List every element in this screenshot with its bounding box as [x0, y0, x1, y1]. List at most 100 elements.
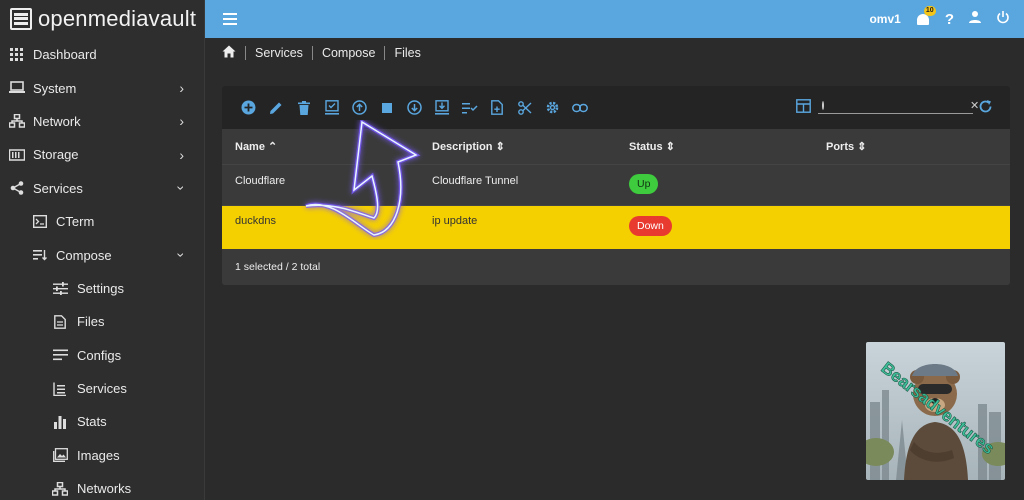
table-row-selected[interactable]: duckdns ip update Down [222, 206, 1010, 249]
network-icon [52, 481, 68, 497]
bell-icon[interactable]: 10 [915, 6, 936, 27]
breadcrumb-separator [384, 46, 386, 60]
table-header: Name ⌃ Description ⇕ Status ⇕ Ports ⇕ [222, 129, 1010, 165]
sidebar-item-network[interactable]: Network › [0, 105, 204, 138]
file-icon [52, 314, 68, 330]
column-header-ports[interactable]: Ports ⇕ [826, 140, 866, 153]
sidebar-item-label: Storage [33, 147, 79, 163]
sidebar-item-settings[interactable]: Settings [0, 272, 204, 305]
brand-name: openmediavault [38, 6, 197, 31]
add-icon[interactable] [235, 100, 263, 115]
compose-icon [32, 247, 48, 263]
gear-icon[interactable] [539, 100, 567, 115]
chevron-right-icon: › [179, 146, 184, 163]
breadcrumb: Services Compose Files [222, 44, 421, 62]
sort-icon: ⇕ [857, 141, 867, 153]
sidebar-item-storage[interactable]: Storage › [0, 138, 204, 171]
sidebar-nav: Dashboard System › Network › Storage › S… [0, 38, 204, 500]
sort-icon: ⇕ [665, 141, 675, 153]
search-input[interactable] [828, 99, 970, 112]
sidebar-item-cterm[interactable]: CTerm [0, 205, 204, 238]
file-add-icon[interactable] [483, 100, 511, 115]
notification-badge: 10 [923, 6, 936, 16]
breadcrumb-separator [311, 46, 313, 60]
sidebar-item-networks[interactable]: Networks [0, 472, 204, 500]
cell-description: Cloudflare Tunnel [432, 175, 519, 187]
sidebar-item-label: Settings [77, 280, 124, 296]
scissors-icon[interactable] [511, 100, 539, 115]
power-icon[interactable] [996, 10, 1010, 28]
stop-icon[interactable] [373, 102, 401, 113]
breadcrumb-item-compose[interactable]: Compose [322, 46, 376, 60]
image-icon [52, 447, 68, 463]
sidebar-item-label: Stats [77, 414, 107, 430]
grid-icon [9, 47, 25, 63]
breadcrumb-separator [245, 46, 246, 60]
terminal-icon [32, 214, 48, 230]
sidebar-item-dashboard[interactable]: Dashboard [0, 38, 204, 71]
bar-chart-icon [52, 414, 68, 430]
breadcrumb-item-services[interactable]: Services [255, 46, 303, 60]
sidebar-item-services[interactable]: Services › [0, 172, 204, 205]
cell-name: duckdns [235, 215, 276, 227]
search-icon [822, 101, 824, 110]
sort-asc-icon: ⌃ [268, 141, 278, 153]
storage-icon [9, 147, 25, 163]
sliders-icon [52, 280, 68, 296]
column-header-name[interactable]: Name ⌃ [235, 140, 277, 153]
sidebar: openmediavault Dashboard System › Networ… [0, 0, 205, 500]
list-check-icon[interactable] [456, 102, 484, 114]
bearsadventures-watermark-image: Bearsadventures [866, 342, 1005, 480]
sidebar-item-files[interactable]: Files [0, 305, 204, 338]
share-icon [9, 180, 25, 196]
status-badge: Down [629, 216, 672, 236]
chevron-right-icon: › [179, 80, 184, 97]
check-config-icon[interactable] [318, 100, 346, 115]
sidebar-item-label: Files [77, 314, 105, 330]
sidebar-item-services-sub[interactable]: Services [0, 372, 204, 405]
table-toolbar: ✕ [222, 86, 1010, 129]
laptop-icon [9, 80, 25, 96]
network-icon [9, 113, 25, 129]
sidebar-item-label: Services [33, 180, 83, 196]
table-footer: 1 selected / 2 total [222, 249, 1010, 285]
delete-icon[interactable] [290, 100, 318, 115]
table-row[interactable]: Cloudflare Cloudflare Tunnel Up [222, 165, 1010, 206]
sidebar-item-label: Services [77, 381, 127, 397]
menu-icon[interactable] [223, 13, 237, 25]
omv-logo-icon [10, 8, 32, 30]
status-badge: Up [629, 174, 659, 194]
chevron-down-icon: › [173, 185, 190, 191]
home-icon[interactable] [222, 45, 236, 61]
up-icon[interactable] [345, 100, 373, 115]
pull-icon[interactable] [428, 100, 456, 115]
table-columns-icon[interactable] [796, 99, 811, 116]
sidebar-item-label: Images [77, 447, 120, 463]
brand[interactable]: openmediavault [0, 0, 204, 38]
sidebar-item-label: System [33, 80, 77, 96]
search-field[interactable]: ✕ [818, 98, 979, 114]
edit-icon[interactable] [263, 101, 291, 115]
lines-icon [52, 347, 68, 363]
help-icon[interactable]: ? [945, 11, 954, 28]
refresh-icon[interactable] [978, 99, 993, 117]
sidebar-item-system[interactable]: System › [0, 71, 204, 104]
sidebar-item-configs[interactable]: Configs [0, 339, 204, 372]
files-table-card: ✕ Name ⌃ Description ⇕ Status ⇕ Ports ⇕ … [222, 86, 1010, 285]
hostname: omv1 [869, 12, 901, 26]
chevron-right-icon: › [179, 113, 184, 130]
breadcrumb-item-files[interactable]: Files [394, 46, 420, 60]
list-icon [52, 381, 68, 397]
down-icon[interactable] [401, 100, 429, 115]
cell-description: ip update [432, 215, 478, 227]
sidebar-item-label: Network [33, 113, 81, 129]
sidebar-item-images[interactable]: Images [0, 439, 204, 472]
sidebar-item-compose[interactable]: Compose › [0, 238, 204, 271]
link-icon[interactable] [566, 103, 594, 113]
sidebar-item-stats[interactable]: Stats [0, 405, 204, 438]
cell-name: Cloudflare [235, 175, 286, 187]
column-header-description[interactable]: Description ⇕ [432, 140, 505, 153]
user-icon[interactable] [968, 10, 982, 28]
column-header-status[interactable]: Status ⇕ [629, 140, 675, 153]
sidebar-item-label: CTerm [56, 214, 95, 230]
